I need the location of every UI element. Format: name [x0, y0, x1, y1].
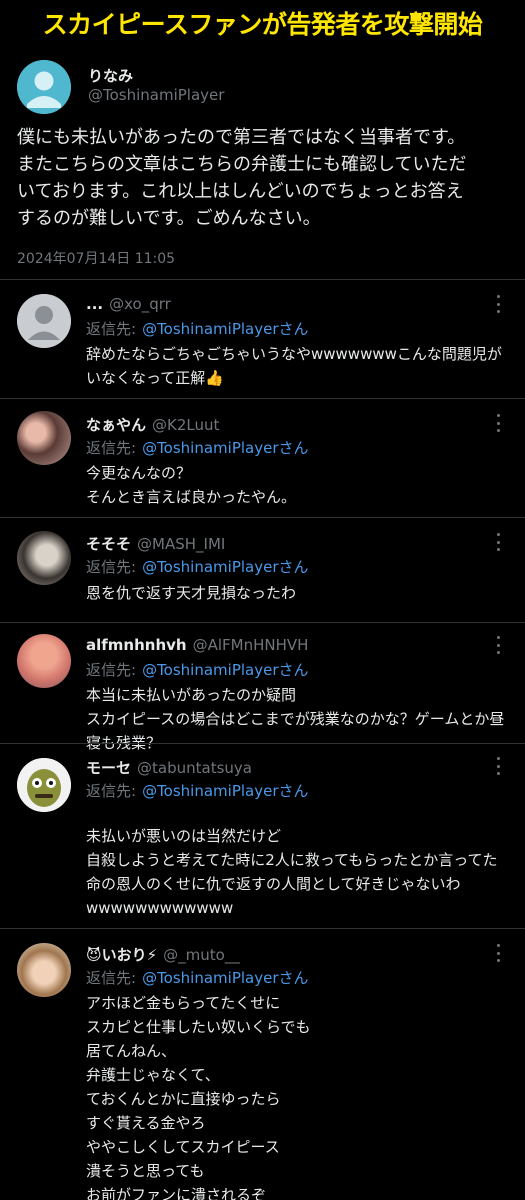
reply-tweet[interactable]: 😈いおり⚡ @_muto__ 返信先: @ToshinamiPlayerさん アホ… — [0, 929, 525, 1200]
reply-to-label: 返信先: — [86, 969, 137, 987]
more-options-icon[interactable] — [490, 944, 506, 962]
reply-tweet[interactable]: そそそ @MASH_IMI 返信先: @ToshinamiPlayerさん 恩を仇… — [0, 518, 525, 622]
reply-to-mention[interactable]: @ToshinamiPlayerさん — [142, 782, 308, 800]
avatar[interactable] — [17, 943, 71, 997]
reply-author-handle[interactable]: @MASH_IMI — [137, 535, 225, 553]
reply-tweet[interactable]: ... @xo_qrr 返信先: @ToshinamiPlayerさん 辞めたなら… — [0, 280, 525, 398]
headline-banner: スカイピースファンが告発者を攻撃開始 — [0, 0, 525, 46]
author-handle[interactable]: @ToshinamiPlayer — [88, 86, 224, 104]
reply-to-line: 返信先: @ToshinamiPlayerさん — [86, 556, 309, 577]
reply-author-name[interactable]: 😈いおり⚡ — [86, 944, 157, 965]
avatar[interactable] — [17, 634, 71, 688]
reply-author-name[interactable]: alfmnhnhvh — [86, 636, 187, 654]
avatar[interactable] — [17, 758, 71, 812]
reply-author-name[interactable]: モーセ — [86, 757, 131, 778]
reply-header: 😈いおり⚡ @_muto__ — [86, 944, 240, 965]
default-avatar-icon — [17, 294, 71, 348]
more-options-icon[interactable] — [490, 414, 506, 432]
main-tweet: りなみ @ToshinamiPlayer 僕にも未払いがあったので第三者ではなく… — [0, 48, 525, 280]
avatar[interactable] — [17, 411, 71, 465]
cartoon-face-icon — [17, 758, 71, 812]
more-options-icon[interactable] — [490, 757, 506, 775]
reply-author-handle[interactable]: @xo_qrr — [109, 295, 171, 313]
reply-to-line: 返信先: @ToshinamiPlayerさん — [86, 318, 309, 339]
author-name[interactable]: りなみ — [88, 65, 133, 86]
default-avatar-icon — [17, 60, 71, 114]
reply-to-label: 返信先: — [86, 439, 137, 457]
reply-text: 未払いが悪いのは当然だけど 自殺しようと考えてた時に2人に救ってもらったとか言っ… — [86, 827, 498, 917]
reply-to-line: 返信先: @ToshinamiPlayerさん — [86, 437, 309, 458]
more-options-icon[interactable] — [490, 533, 506, 551]
reply-text: アホほど金もらってたくせに スカピと仕事したい奴いくらでも 居てんねん、 弁護士… — [86, 994, 311, 1200]
reply-author-name[interactable]: ... — [86, 295, 103, 313]
reply-author-name[interactable]: なぁやん — [86, 414, 146, 435]
reply-tweet[interactable]: モーセ @tabuntatsuya 返信先: @ToshinamiPlayerさん… — [0, 744, 525, 928]
tweet-text: 僕にも未払いがあったので第三者ではなく当事者です。 またこちらの文章はこちらの弁… — [17, 127, 467, 229]
reply-header: モーセ @tabuntatsuya — [86, 757, 252, 778]
reply-to-label: 返信先: — [86, 782, 137, 800]
more-options-icon[interactable] — [490, 295, 506, 313]
reply-to-mention[interactable]: @ToshinamiPlayerさん — [142, 661, 308, 679]
avatar[interactable] — [17, 294, 71, 348]
reply-tweet[interactable]: alfmnhnhvh @AlFMnHNHVH 返信先: @ToshinamiPla… — [0, 623, 525, 752]
reply-text: 恩を仇で返す天才見損なったわ — [86, 584, 297, 602]
reply-to-line: 返信先: @ToshinamiPlayerさん — [86, 659, 309, 680]
reply-author-name[interactable]: そそそ — [86, 533, 131, 554]
more-options-icon[interactable] — [490, 636, 506, 654]
reply-header: そそそ @MASH_IMI — [86, 533, 225, 554]
avatar[interactable] — [17, 531, 71, 585]
reply-to-label: 返信先: — [86, 320, 137, 338]
reply-to-mention[interactable]: @ToshinamiPlayerさん — [142, 969, 308, 987]
reply-header: alfmnhnhvh @AlFMnHNHVH — [86, 636, 308, 654]
reply-to-label: 返信先: — [86, 661, 137, 679]
reply-author-handle[interactable]: @AlFMnHNHVH — [193, 636, 309, 654]
reply-text: 辞めたならごちゃごちゃいうなやwwwwwwwこんな問題児が いなくなって正解👍 — [86, 345, 502, 387]
reply-header: ... @xo_qrr — [86, 295, 171, 313]
reply-to-line: 返信先: @ToshinamiPlayerさん — [86, 780, 309, 801]
reply-author-handle[interactable]: @tabuntatsuya — [137, 759, 252, 777]
reply-author-handle[interactable]: @K2Luut — [152, 416, 219, 434]
reply-to-line: 返信先: @ToshinamiPlayerさん — [86, 967, 309, 988]
reply-to-mention[interactable]: @ToshinamiPlayerさん — [142, 439, 308, 457]
reply-to-mention[interactable]: @ToshinamiPlayerさん — [142, 320, 308, 338]
headline-text: スカイピースファンが告発者を攻撃開始 — [42, 10, 483, 39]
reply-text: 今更なんなの？ そんとき言えば良かったやん。 — [86, 464, 297, 506]
reply-to-mention[interactable]: @ToshinamiPlayerさん — [142, 558, 308, 576]
reply-author-handle[interactable]: @_muto__ — [163, 946, 240, 964]
tweet-timestamp[interactable]: 2024年07月14日 11:05 — [17, 248, 175, 268]
reply-tweet[interactable]: なぁやん @K2Luut 返信先: @ToshinamiPlayerさん 今更なん… — [0, 399, 525, 517]
reply-header: なぁやん @K2Luut — [86, 414, 219, 435]
avatar[interactable] — [17, 60, 71, 114]
reply-to-label: 返信先: — [86, 558, 137, 576]
